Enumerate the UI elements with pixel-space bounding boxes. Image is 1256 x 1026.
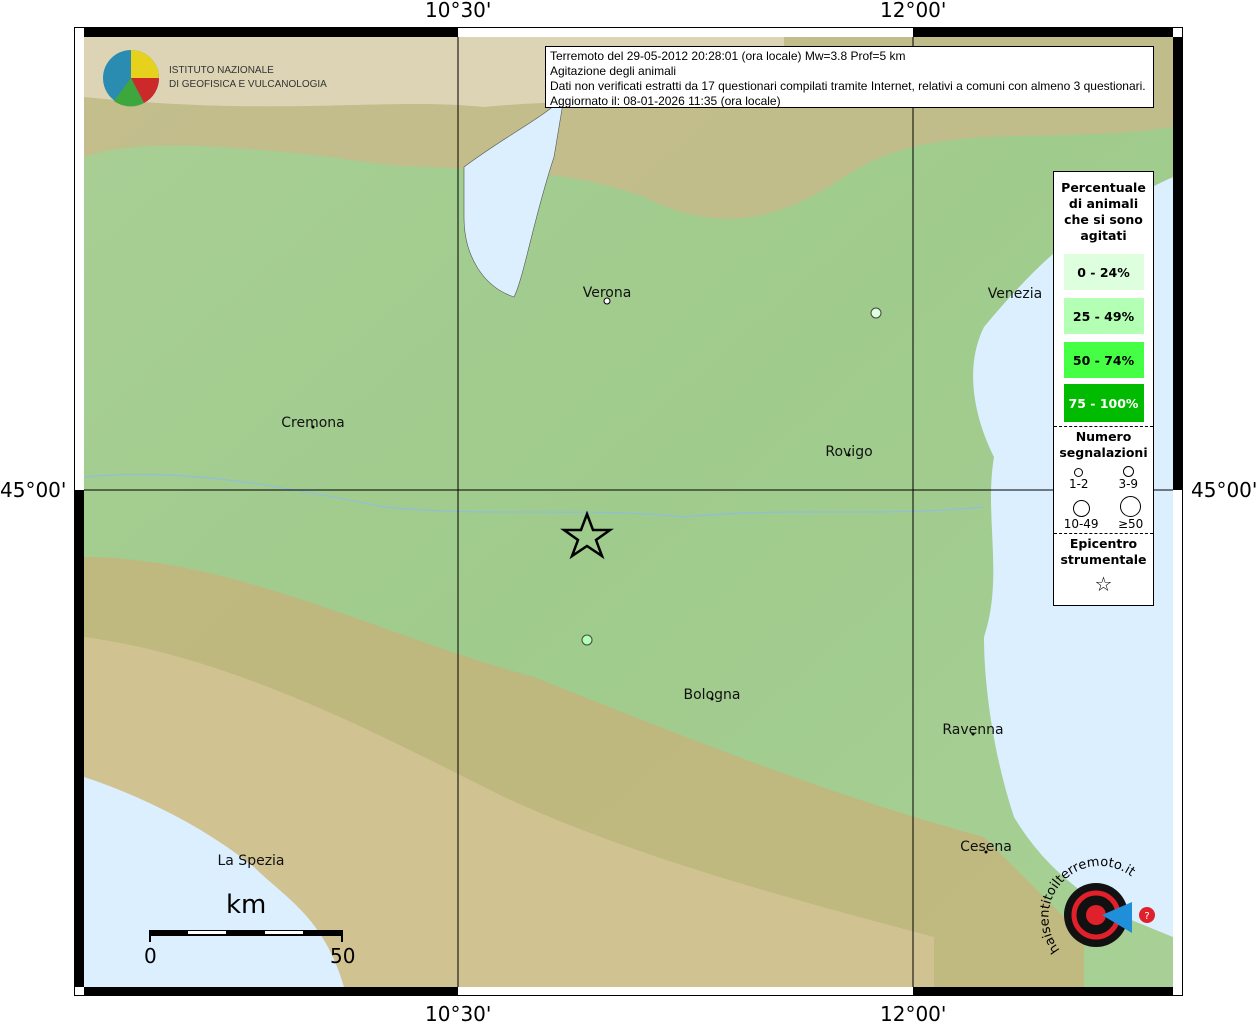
frame-bar — [1173, 37, 1182, 490]
legend-class: 0 - 24% — [1063, 254, 1144, 290]
tick-bottom-2: 12°00' — [880, 1002, 947, 1026]
legend-epicenter-title: Epicentro strumentale — [1054, 533, 1153, 568]
scalebar-max: 50 — [330, 944, 356, 968]
observation-point[interactable] — [581, 634, 593, 646]
legend-count-title: Numero segnalazioni — [1054, 426, 1153, 461]
frame-bar — [913, 28, 1173, 37]
tick-top-2: 12°00' — [880, 0, 947, 22]
hsit-logo: ? haisentitoilterremoto.it — [1037, 855, 1155, 956]
observation-point[interactable] — [870, 307, 882, 319]
city-label: La Spezia — [217, 853, 285, 869]
legend-counts-row: 1-2 3-9 — [1054, 461, 1153, 491]
frame-bar — [84, 28, 458, 37]
legend-class: 50 - 74% — [1063, 342, 1144, 378]
city-label: Cremona — [281, 415, 345, 431]
scalebar-unit: km — [226, 890, 267, 920]
tick-top-1: 10°30' — [425, 0, 492, 22]
info-line: Aggiornato il: 08-01-2026 11:35 (ora loc… — [550, 94, 781, 108]
tick-bottom-1: 10°30' — [425, 1002, 492, 1026]
tick-left: 45°00' — [0, 478, 67, 502]
frame-bar — [75, 490, 84, 987]
info-line: Agitazione degli animali — [550, 64, 677, 78]
info-line: Dati non verificati estratti da 17 quest… — [550, 79, 1146, 93]
tick-right: 45°00' — [1191, 478, 1256, 502]
ingv-logo-line2: DI GEOFISICA E VULCANOLOGIA — [169, 79, 327, 90]
count-label: 1-2 — [1068, 477, 1089, 491]
legend: Percentuale di animali che si sono agita… — [1053, 171, 1154, 606]
city-label: Rovigo — [825, 444, 873, 460]
city-label: Bologna — [683, 687, 741, 703]
info-box: Terremoto del 29-05-2012 20:28:01 (ora l… — [545, 46, 1154, 108]
legend-class: 75 - 100% — [1063, 384, 1144, 422]
city-label: Verona — [582, 285, 632, 301]
count-label: ≥50 — [1117, 517, 1144, 531]
legend-counts-row: 10-49 ≥50 — [1054, 491, 1153, 531]
svg-text:?: ? — [1144, 911, 1149, 922]
city-label: Ravenna — [942, 722, 1004, 738]
city-label: Cesena — [960, 839, 1012, 855]
count-label: 10-49 — [1063, 517, 1099, 531]
city-label: Venezia — [987, 286, 1043, 302]
frame-bar — [913, 987, 1173, 996]
ingv-logo-line1: ISTITUTO NAZIONALE — [169, 65, 274, 76]
legend-title: Percentuale di animali che si sono agita… — [1061, 180, 1146, 243]
legend-class: 25 - 49% — [1063, 298, 1144, 334]
count-label: 3-9 — [1118, 477, 1139, 491]
frame-bar — [84, 987, 458, 996]
star-icon: ☆ — [1094, 572, 1113, 596]
ingv-logo: ISTITUTO NAZIONALE DI GEOFISICA E VULCAN… — [169, 64, 327, 92]
info-line: Terremoto del 29-05-2012 20:28:01 (ora l… — [550, 49, 906, 63]
scalebar-min: 0 — [144, 944, 157, 968]
